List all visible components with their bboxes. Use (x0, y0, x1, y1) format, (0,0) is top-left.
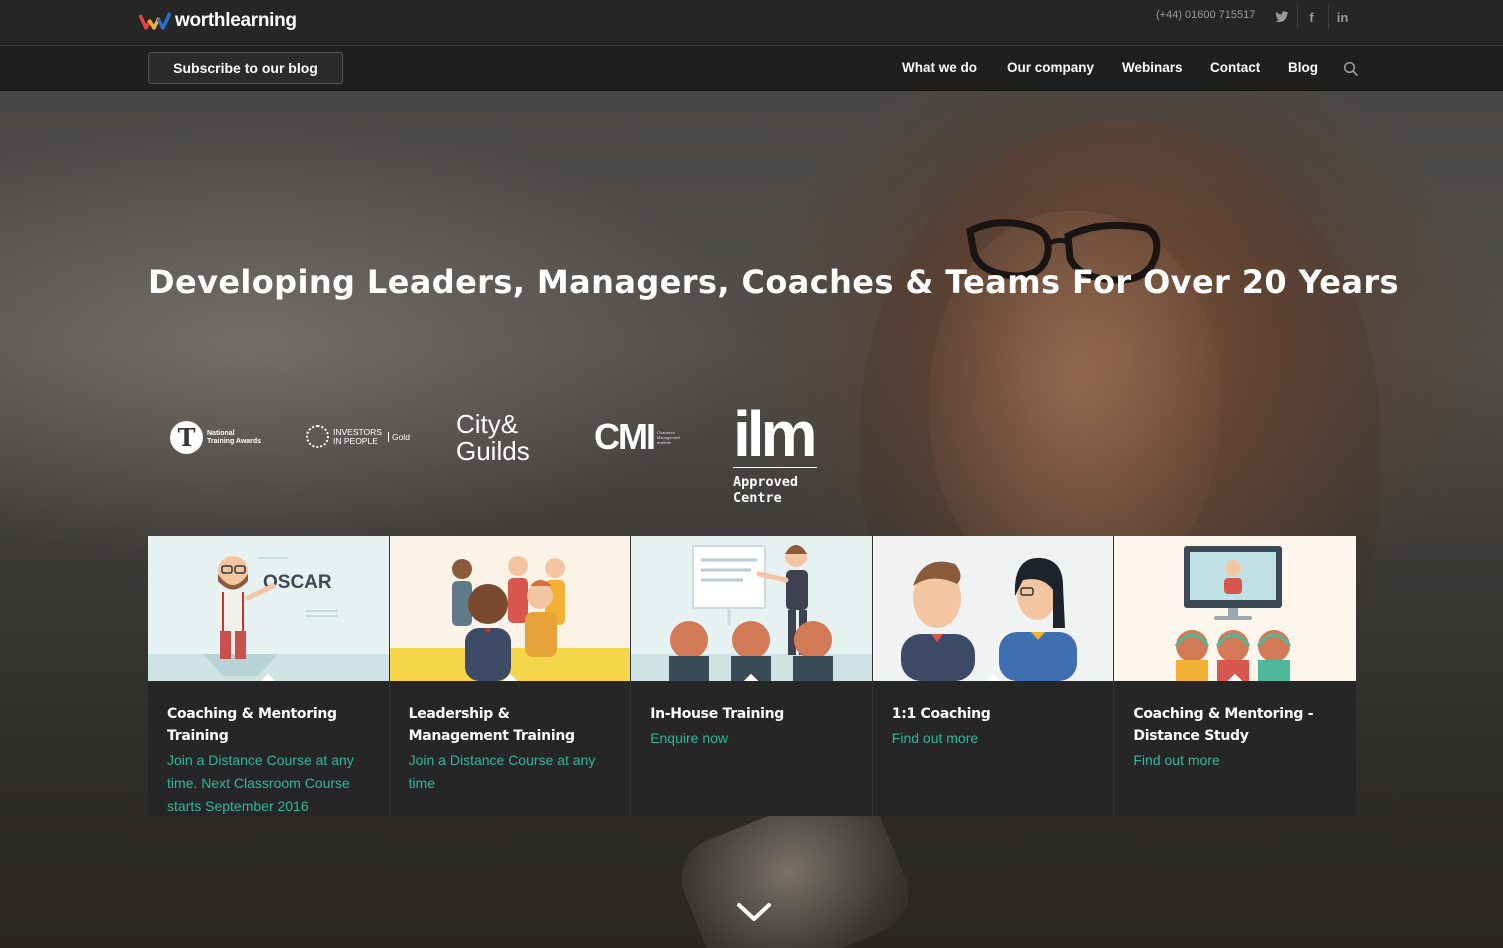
nav-what-we-do[interactable]: What we do (902, 60, 977, 75)
iip-level: Gold (387, 431, 410, 442)
hero-section: Developing Leaders, Managers, Coaches & … (0, 91, 1503, 948)
nav-blog[interactable]: Blog (1288, 60, 1318, 75)
card-title[interactable]: 1:1 Coaching (892, 703, 1097, 725)
oscar-illustration: OSCAR (148, 536, 389, 681)
card-title[interactable]: Leadership & Management Training (409, 703, 614, 747)
ilm-line2: Centre (733, 490, 782, 506)
cg-line1: City& (456, 409, 519, 439)
card-title[interactable]: In-House Training (650, 703, 855, 725)
cg-line2: Guilds (456, 436, 530, 466)
nta-label: National Training Awards (207, 430, 267, 446)
service-cards: OSCAR Coaching & Mentoring Training Join… (148, 536, 1356, 816)
card-link[interactable]: Find out more (892, 727, 1104, 750)
facebook-icon[interactable]: f (1297, 4, 1325, 30)
city-and-guilds-logo: City& Guilds (456, 411, 530, 465)
iip-ring-icon (306, 425, 329, 448)
nta-line2: Training Awards (207, 437, 262, 445)
coaching-pair-illustration (872, 536, 1114, 681)
webinar-illustration (1114, 536, 1356, 681)
cmi-logo: CMI Chartered Management Institute (594, 416, 687, 458)
site-logo[interactable]: worthlearning (139, 10, 297, 32)
top-bar: worthlearning (+44) 01600 715517 f in (0, 0, 1503, 46)
iip-label: INVESTORS IN PEOPLE (333, 427, 382, 446)
nta-t-icon: T (170, 421, 203, 454)
twitter-icon[interactable] (1268, 4, 1296, 30)
team-illustration (389, 536, 631, 681)
card-link[interactable]: Join a Distance Course at any time (409, 749, 621, 795)
card-title[interactable]: Coaching & Mentoring Training (167, 703, 372, 747)
nav-contact[interactable]: Contact (1210, 60, 1260, 75)
oscar-text: OSCAR (263, 572, 332, 593)
card-distance-study[interactable]: Coaching & Mentoring - Distance Study Fi… (1114, 536, 1356, 816)
card-link[interactable]: Join a Distance Course at any time. Next… (167, 749, 379, 818)
ilm-line1: Approved (733, 474, 799, 490)
national-training-awards-logo: T National Training Awards (170, 421, 267, 454)
card-leadership-management[interactable]: Leadership & Management Training Join a … (389, 536, 632, 816)
nta-line1: National (207, 429, 235, 437)
w-mark-icon (139, 12, 171, 30)
card-one-to-one-coaching[interactable]: 1:1 Coaching Find out more (872, 536, 1115, 816)
nav-webinars[interactable]: Webinars (1122, 60, 1183, 75)
subscribe-button[interactable]: Subscribe to our blog (148, 52, 343, 84)
nav-our-company[interactable]: Our company (1007, 60, 1094, 75)
main-navbar: Subscribe to our blog What we do Our com… (0, 46, 1503, 91)
scroll-down-chevron-icon[interactable] (736, 901, 772, 923)
card-coaching-mentoring[interactable]: OSCAR Coaching & Mentoring Training Join… (148, 536, 390, 816)
cmi-abbr: CMI (594, 416, 656, 457)
ilm-abbr: ilm (733, 402, 817, 468)
ilm-approved-centre-logo: ilm Approved Centre (733, 402, 817, 506)
investors-in-people-logo: INVESTORS IN PEOPLE Gold (306, 425, 410, 448)
logo-text: worthlearning (175, 10, 297, 31)
linkedin-icon[interactable]: in (1328, 4, 1356, 30)
iip-line2: IN PEOPLE (333, 435, 378, 446)
cmi-small-text: Chartered Management Institute (657, 429, 681, 445)
phone-number[interactable]: (+44) 01600 715517 (1156, 9, 1255, 21)
card-in-house-training[interactable]: In-House Training Enquire now (631, 536, 873, 816)
card-title[interactable]: Coaching & Mentoring - Distance Study (1133, 703, 1338, 747)
search-icon[interactable] (1343, 61, 1359, 77)
presentation-illustration (631, 536, 872, 681)
hero-headline: Developing Leaders, Managers, Coaches & … (148, 263, 1399, 301)
ilm-subtext: Approved Centre (733, 474, 817, 506)
card-link[interactable]: Enquire now (650, 727, 862, 750)
card-link[interactable]: Find out more (1133, 749, 1345, 772)
